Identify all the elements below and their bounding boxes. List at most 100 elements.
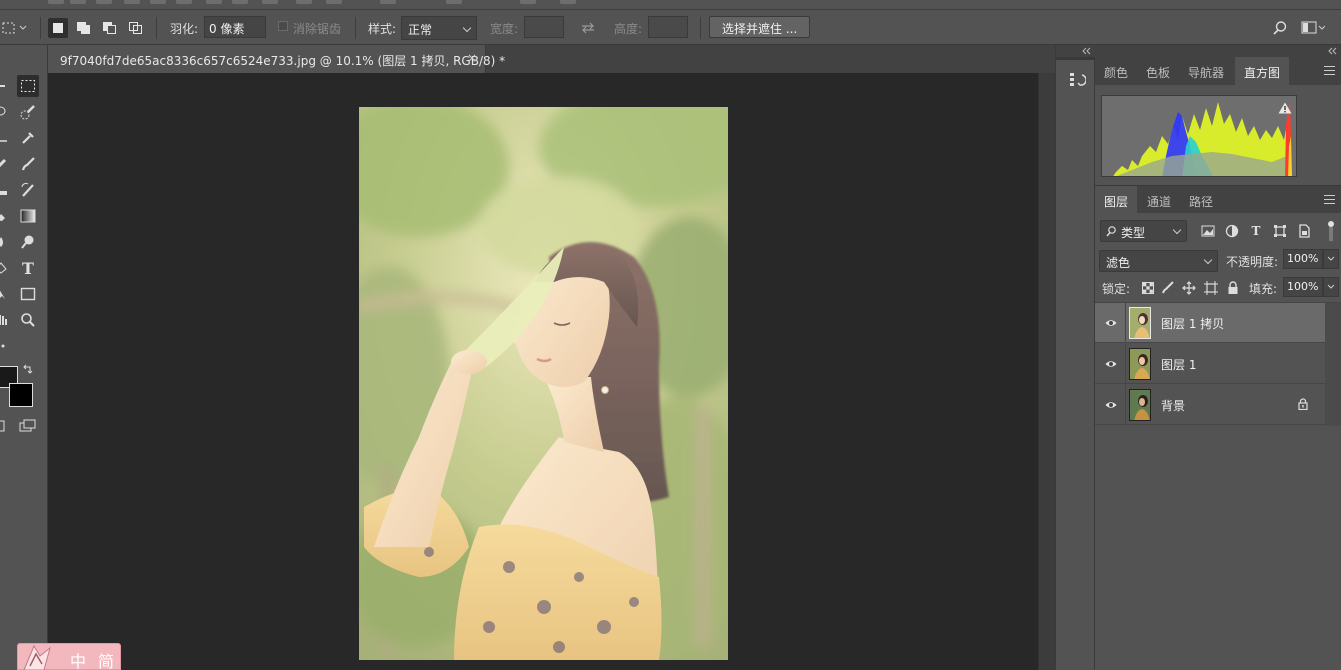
tab-swatches[interactable]: 色板 — [1137, 57, 1179, 85]
layer-filter-value: 类型 — [1121, 226, 1146, 240]
ime-status-bar[interactable]: 中 简 — [17, 643, 121, 670]
collapse-bar[interactable] — [1056, 45, 1096, 57]
workspace-switcher-icon[interactable] — [1300, 18, 1326, 38]
document-tab-bar: 9f7040fd7de65ac8336c657c6524e733.jpg @ 1… — [48, 45, 1055, 73]
tools-panel: T — [0, 45, 48, 670]
filter-adjustment-layer-icon[interactable] — [1224, 223, 1240, 239]
swap-dimensions-icon[interactable] — [578, 18, 598, 38]
ime-script-mode[interactable]: 简 — [98, 648, 114, 670]
canvas-scrollbar[interactable] — [1038, 73, 1055, 670]
antialias-label: 消除锯齿 — [293, 22, 342, 36]
tab-color[interactable]: 颜色 — [1095, 57, 1137, 85]
lock-row: 锁定: 填充: 100% — [1095, 275, 1341, 303]
visibility-eye-icon[interactable] — [1105, 358, 1117, 370]
screen-mode-icon[interactable] — [17, 415, 39, 437]
path-selection-icon[interactable] — [0, 283, 12, 305]
panel-menu-icon[interactable] — [1324, 66, 1335, 75]
lock-image-pixels-icon[interactable] — [1160, 280, 1176, 296]
filter-pixel-layer-icon[interactable] — [1200, 223, 1216, 239]
layer-filter-select[interactable]: 类型 — [1100, 220, 1187, 242]
crop-tool-icon[interactable] — [0, 127, 12, 149]
blur-tool-icon[interactable] — [0, 231, 12, 253]
pen-tool-icon[interactable] — [0, 257, 12, 279]
rectangle-tool-icon[interactable] — [17, 283, 39, 305]
hand-tool-icon[interactable] — [0, 309, 12, 331]
subtract-from-selection-icon[interactable] — [100, 18, 120, 38]
layers-panel-menu-icon[interactable] — [1324, 195, 1335, 204]
height-label: 高度: — [614, 22, 643, 36]
lock-transparent-pixels-icon[interactable] — [1140, 280, 1156, 296]
more-tools-icon[interactable] — [0, 335, 12, 357]
canvas-area[interactable] — [48, 73, 1038, 670]
lock-position-icon[interactable] — [1181, 280, 1197, 296]
eyedropper-icon[interactable] — [17, 127, 39, 149]
collapsed-panel-dock — [1055, 45, 1096, 670]
background-color-swatch[interactable] — [9, 383, 33, 407]
panel-collapse-bar[interactable] — [1095, 45, 1341, 57]
fill-dropdown-icon[interactable] — [1323, 277, 1339, 297]
lock-artboard-icon[interactable] — [1203, 280, 1219, 296]
document-title: 9f7040fd7de65ac8336c657c6524e733.jpg @ 1… — [60, 54, 506, 68]
layers-scrollbar[interactable] — [1325, 303, 1341, 426]
menu-bar — [0, 0, 1341, 10]
layer-row[interactable]: 背景 — [1095, 385, 1325, 425]
filter-smart-object-icon[interactable] — [1296, 223, 1312, 239]
gradient-tool-icon[interactable] — [17, 205, 39, 227]
history-brush-icon[interactable] — [17, 179, 39, 201]
lock-label: 锁定: — [1102, 282, 1131, 296]
document-tab[interactable]: 9f7040fd7de65ac8336c657c6524e733.jpg @ 1… — [48, 45, 505, 73]
quick-selection-icon[interactable] — [17, 101, 39, 123]
close-icon[interactable]: × — [467, 51, 477, 65]
rectangular-marquee-icon[interactable] — [17, 75, 39, 97]
blend-row: 滤色 不透明度: 100% — [1095, 247, 1341, 275]
layer-thumbnail — [1129, 389, 1151, 421]
filter-shape-layer-icon[interactable] — [1272, 223, 1288, 239]
clone-stamp-icon[interactable] — [0, 179, 12, 201]
fill-input[interactable]: 100% — [1283, 277, 1323, 297]
add-to-selection-icon[interactable] — [74, 18, 94, 38]
cache-warning-icon[interactable] — [1278, 102, 1292, 114]
marquee-tool-preset-icon[interactable] — [0, 18, 30, 38]
lasso-tool-icon[interactable] — [0, 101, 12, 123]
zoom-tool-icon[interactable] — [17, 309, 39, 331]
quick-mask-icon[interactable] — [0, 415, 12, 437]
filter-type-layer-icon[interactable]: T — [1248, 223, 1264, 239]
ime-language-mode[interactable]: 中 — [70, 648, 86, 670]
tab-channels[interactable]: 通道 — [1138, 186, 1180, 214]
histogram-graph — [1101, 95, 1297, 177]
antialias-checkbox[interactable] — [278, 21, 288, 31]
tab-paths[interactable]: 路径 — [1180, 186, 1222, 214]
history-panel-icon[interactable] — [1066, 69, 1088, 91]
visibility-eye-icon[interactable] — [1105, 317, 1117, 329]
new-selection-icon[interactable] — [48, 18, 68, 38]
width-input[interactable] — [524, 16, 564, 38]
healing-brush-icon[interactable] — [0, 153, 12, 175]
layer-row[interactable]: 图层 1 — [1095, 344, 1325, 384]
swap-colors-icon[interactable] — [20, 361, 36, 377]
layer-lock-icon[interactable] — [1298, 398, 1308, 410]
select-and-mask-button[interactable]: 选择并遮住 ... — [709, 16, 811, 38]
lock-all-icon[interactable] — [1225, 280, 1241, 296]
move-tool-icon[interactable] — [0, 75, 12, 97]
intersect-selection-icon[interactable] — [126, 18, 146, 38]
tab-histogram[interactable]: 直方图 — [1235, 57, 1290, 85]
filter-toggle[interactable] — [1326, 219, 1334, 243]
layer-name: 背景 — [1161, 399, 1186, 413]
type-tool-icon[interactable]: T — [17, 257, 39, 279]
tab-layers[interactable]: 图层 — [1095, 186, 1138, 214]
layer-row[interactable]: 图层 1 拷贝 — [1095, 303, 1325, 343]
visibility-eye-icon[interactable] — [1105, 399, 1117, 411]
opacity-input[interactable]: 100% — [1283, 249, 1323, 269]
opacity-dropdown-icon[interactable] — [1323, 249, 1339, 269]
feather-input[interactable]: 0 像素 — [204, 16, 266, 38]
dodge-tool-icon[interactable] — [17, 231, 39, 253]
blend-mode-select[interactable]: 滤色 — [1099, 250, 1218, 272]
width-label: 宽度: — [490, 22, 519, 36]
height-input[interactable] — [648, 16, 688, 38]
tab-navigator[interactable]: 导航器 — [1179, 57, 1233, 85]
brush-tool-icon[interactable] — [17, 153, 39, 175]
style-select[interactable]: 正常 — [401, 16, 477, 40]
eraser-tool-icon[interactable] — [0, 205, 12, 227]
search-icon[interactable] — [1270, 18, 1290, 38]
fill-label: 填充: — [1249, 282, 1278, 296]
